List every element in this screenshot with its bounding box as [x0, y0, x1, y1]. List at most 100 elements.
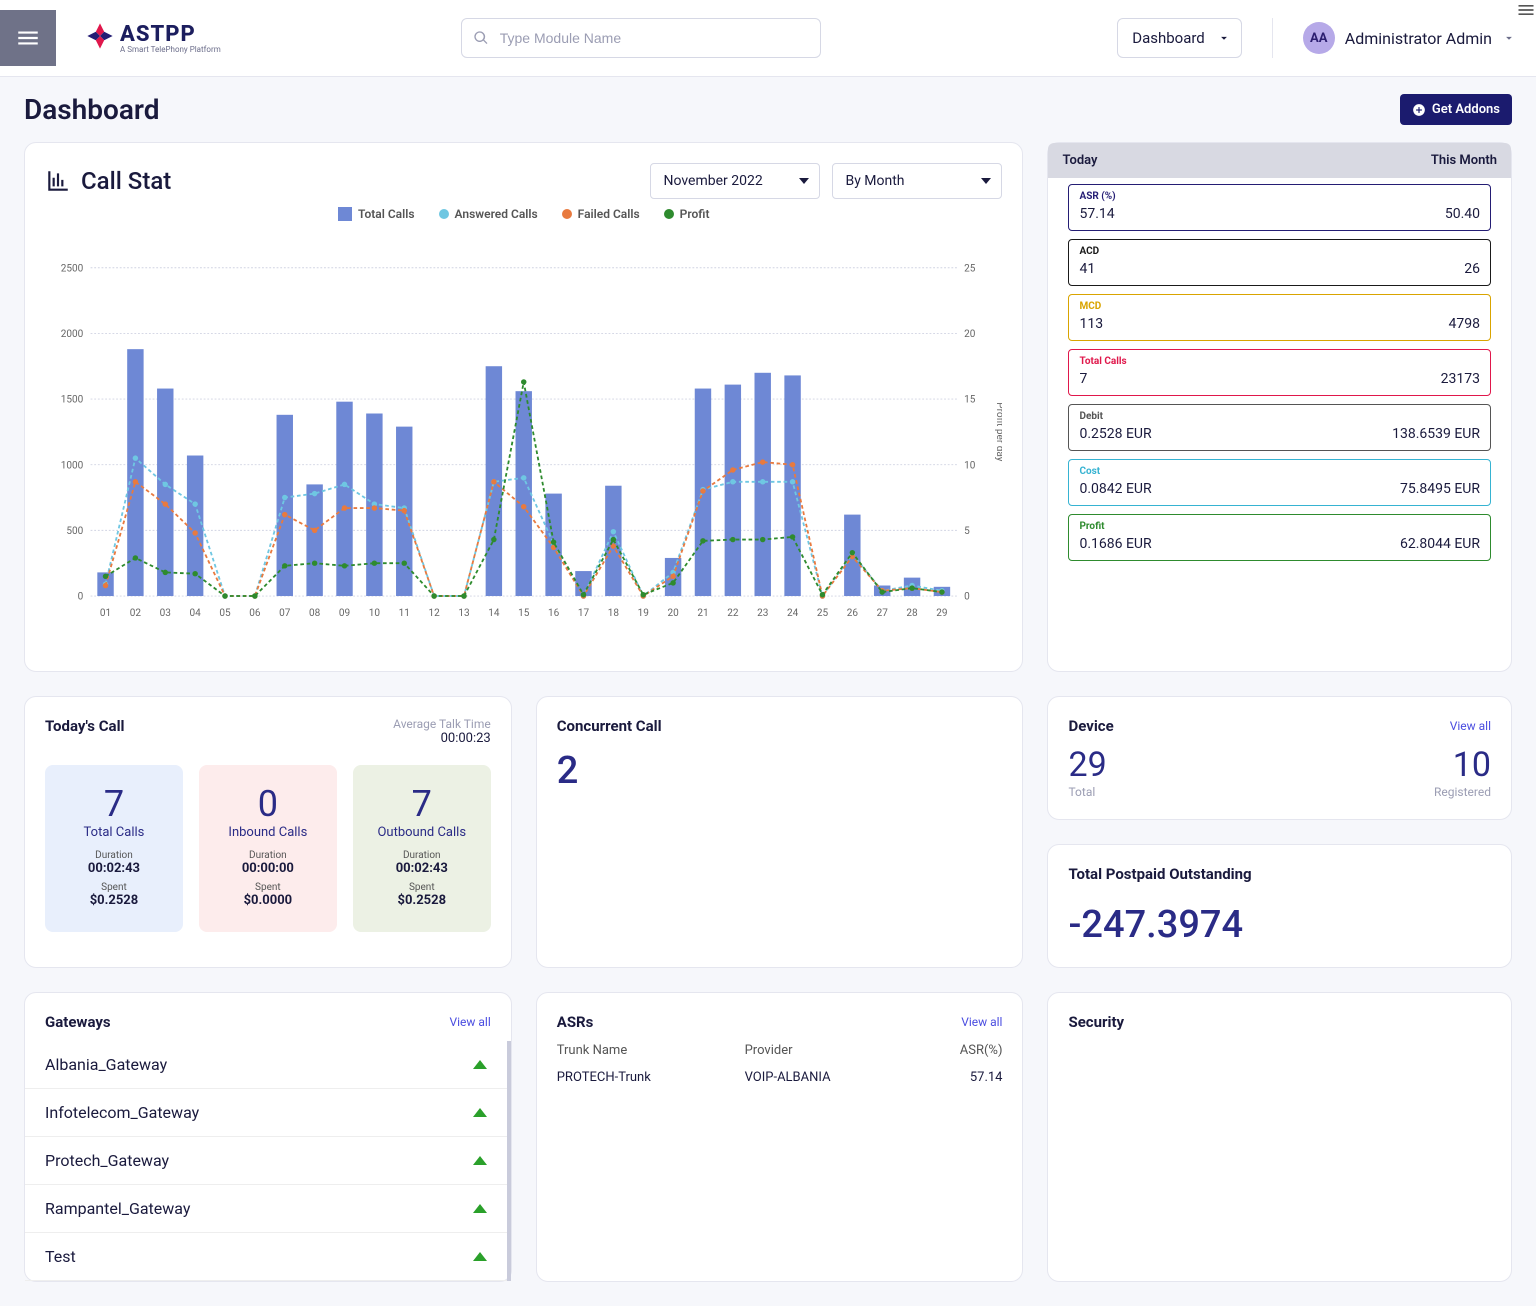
todays-call-card: Today's Call Average Talk Time 00:00:23 … [24, 696, 512, 968]
metric-month: 23173 [1441, 371, 1480, 387]
metric-label: Profit [1079, 521, 1480, 532]
chevron-down-icon [1217, 31, 1231, 45]
concurrent-call-value: 2 [557, 749, 1003, 793]
svg-text:06: 06 [249, 608, 261, 619]
svg-text:26: 26 [847, 608, 859, 619]
metric-today: 0.0842 EUR [1079, 481, 1151, 497]
device-title: Device [1068, 717, 1113, 735]
dashboard-select[interactable]: Dashboard [1117, 18, 1242, 58]
svg-text:11: 11 [399, 608, 410, 619]
gateway-row[interactable]: Protech_Gateway [25, 1137, 507, 1185]
triangle-up-icon [473, 1252, 487, 1261]
gateway-row[interactable]: Albania_Gateway [25, 1041, 507, 1089]
asr-row: PROTECH-TrunkVOIP-ALBANIA57.14 [557, 1064, 1003, 1091]
dashboard-select-label: Dashboard [1132, 29, 1205, 47]
module-search-input[interactable] [461, 18, 821, 58]
metric-row: Cost 0.0842 EUR 75.8495 EUR [1068, 459, 1491, 506]
gateways-title: Gateways [45, 1013, 111, 1031]
get-addons-button[interactable]: Get Addons [1400, 94, 1512, 125]
svg-text:02: 02 [130, 608, 142, 619]
metric-month: 26 [1464, 261, 1480, 277]
gateway-row[interactable]: Rampantel_Gateway [25, 1185, 507, 1233]
svg-text:5: 5 [964, 526, 970, 537]
metric-today: 41 [1079, 261, 1095, 277]
svg-text:21: 21 [697, 608, 708, 619]
svg-text:0: 0 [964, 592, 970, 603]
gateways-card: Gateways View all Albania_GatewayInfotel… [24, 992, 512, 1282]
security-card: Security [1047, 992, 1512, 1282]
page-header: Dashboard Get Addons [0, 77, 1536, 142]
svg-text:2000: 2000 [61, 329, 84, 340]
svg-text:07: 07 [279, 608, 291, 619]
call-box: 7 Outbound Calls Duration 00:02:43 Spent… [353, 765, 491, 932]
outstanding-value: -247.3974 [1068, 903, 1491, 947]
caret-down-icon [981, 176, 991, 186]
caret-down-icon [799, 176, 809, 186]
hamburger-menu[interactable] [0, 10, 56, 66]
metric-label: ASR (%) [1079, 191, 1480, 202]
svg-text:0: 0 [78, 592, 84, 603]
svg-text:08: 08 [309, 608, 321, 619]
metric-month: 75.8495 EUR [1400, 481, 1480, 497]
gateway-row[interactable]: Infotelecom_Gateway [25, 1089, 507, 1137]
concurrent-call-title: Concurrent Call [557, 717, 1003, 735]
svg-text:2500: 2500 [61, 263, 84, 274]
metric-today: 57.14 [1079, 206, 1114, 222]
triangle-up-icon [473, 1204, 487, 1213]
svg-text:22: 22 [727, 608, 739, 619]
svg-text:15: 15 [964, 395, 976, 406]
svg-text:17: 17 [578, 608, 590, 619]
outstanding-card: Total Postpaid Outstanding -247.3974 [1047, 844, 1512, 968]
svg-text:18: 18 [608, 608, 620, 619]
metric-label: Cost [1079, 466, 1480, 477]
svg-text:1500: 1500 [61, 395, 84, 406]
metric-row: ACD 4126 [1068, 239, 1491, 286]
logo[interactable]: ASTPP A Smart TelePhony Platform [86, 22, 221, 54]
month-select[interactable]: November 2022 [650, 163, 820, 199]
gateways-view-all[interactable]: View all [449, 1015, 490, 1029]
device-view-all[interactable]: View all [1450, 719, 1491, 733]
svg-text:15: 15 [518, 608, 530, 619]
svg-text:Profit per day: Profit per day [994, 402, 1002, 461]
period-select[interactable]: By Month [832, 163, 1002, 199]
asrs-view-all[interactable]: View all [961, 1015, 1002, 1029]
chart-menu-button[interactable] [1516, 0, 1536, 23]
hamburger-icon [1516, 0, 1536, 20]
call-stat-title: Call Stat [45, 167, 171, 195]
svg-text:01: 01 [100, 608, 111, 619]
metric-month: 50.40 [1445, 206, 1480, 222]
device-card: Device View all 29 Total 10 Registered [1047, 696, 1512, 820]
metric-label: Total Calls [1079, 356, 1480, 367]
svg-text:20: 20 [964, 329, 976, 340]
user-menu[interactable]: AA Administrator Admin [1303, 22, 1516, 54]
asrs-title: ASRs [557, 1013, 594, 1031]
metric-row: Profit 0.1686 EUR62.8044 EUR [1068, 514, 1491, 561]
svg-text:27: 27 [877, 608, 889, 619]
metric-month: 138.6539 EUR [1392, 426, 1480, 442]
svg-text:14: 14 [488, 608, 500, 619]
svg-text:25: 25 [964, 263, 976, 274]
metric-today: 7 [1079, 371, 1087, 387]
main-grid: Call Stat November 2022 By Month Total C… [0, 142, 1536, 1306]
svg-text:16: 16 [548, 608, 560, 619]
metric-today: 113 [1079, 316, 1103, 332]
todays-call-title: Today's Call [45, 717, 125, 735]
gateway-row[interactable]: Test [25, 1233, 507, 1281]
logo-text: ASTPP [120, 22, 221, 47]
metrics-card: Today This Month ASR (%) 57.1450.40ACD 4… [1047, 142, 1512, 672]
security-title: Security [1068, 1013, 1491, 1031]
triangle-up-icon [473, 1060, 487, 1069]
metrics-header: Today This Month [1048, 143, 1511, 178]
call-box: 7 Total Calls Duration 00:02:43 Spent $0… [45, 765, 183, 932]
user-name: Administrator Admin [1345, 29, 1492, 48]
svg-text:05: 05 [219, 608, 231, 619]
svg-text:03: 03 [160, 608, 171, 619]
metric-label: Debit [1079, 411, 1480, 422]
asrs-header-row: Trunk Name Provider ASR(%) [557, 1037, 1003, 1064]
svg-text:10: 10 [964, 460, 976, 471]
logo-tagline: A Smart TelePhony Platform [120, 45, 221, 54]
divider [1272, 18, 1273, 58]
svg-text:13: 13 [458, 608, 469, 619]
svg-text:23: 23 [757, 608, 768, 619]
page-title: Dashboard [24, 93, 160, 126]
